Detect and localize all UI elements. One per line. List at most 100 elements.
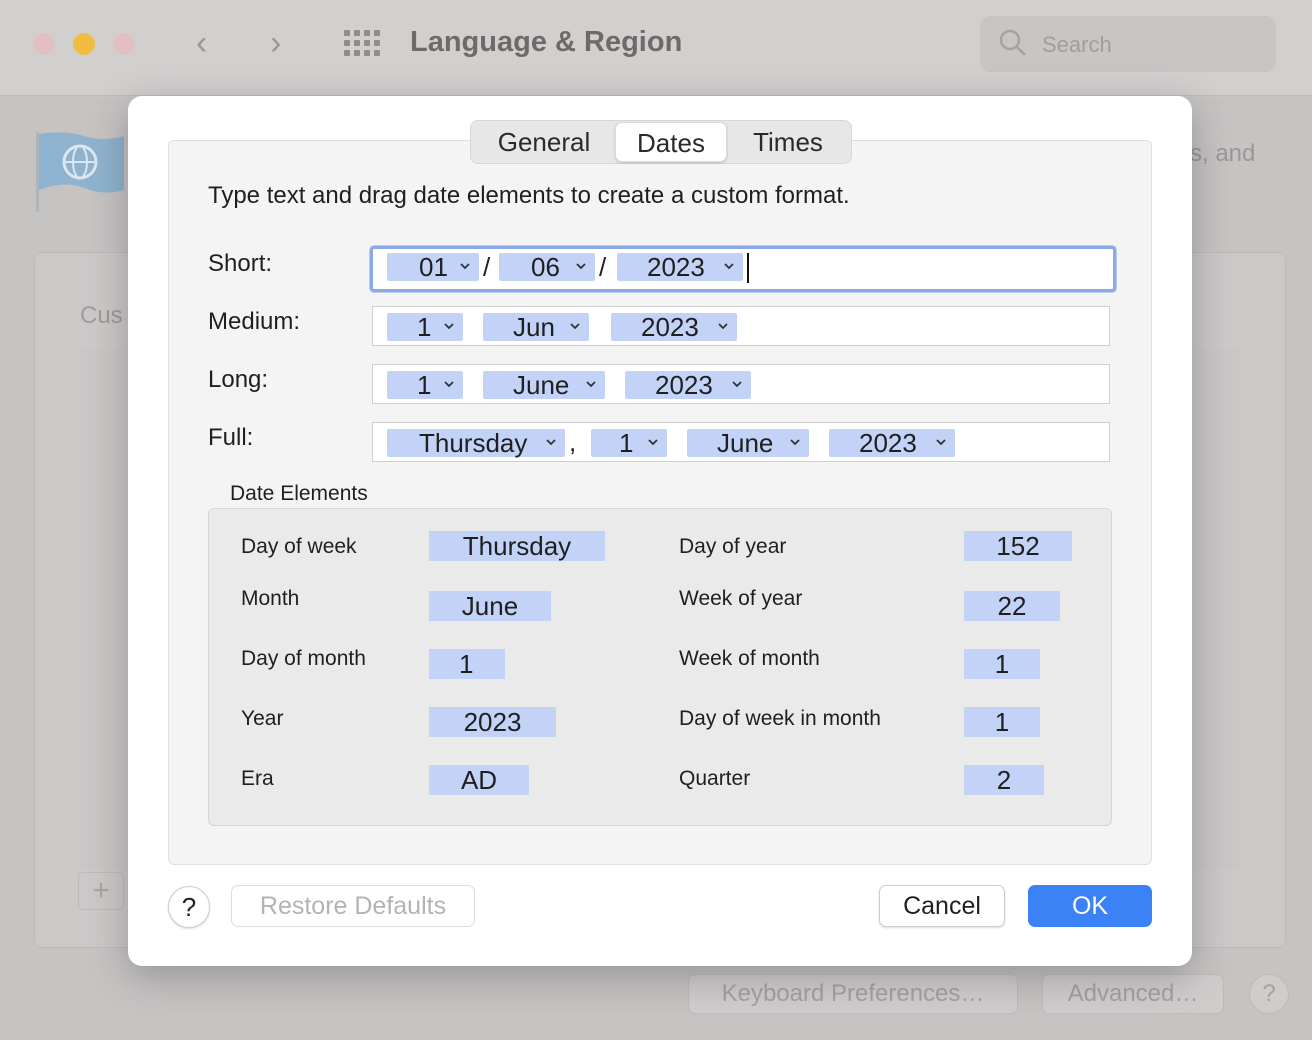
advanced-button[interactable]: Advanced… (1042, 974, 1224, 1014)
short-month-token[interactable]: 06 (499, 253, 595, 281)
chevron-down-icon (724, 263, 734, 270)
medium-year-token[interactable]: 2023 (611, 313, 737, 341)
chevron-down-icon (648, 439, 658, 446)
full-year-token[interactable]: 2023 (829, 429, 955, 457)
medium-year-value: 2023 (641, 312, 699, 342)
help-button[interactable]: ? (168, 886, 210, 928)
short-separator-2: / (599, 252, 607, 282)
search-field[interactable]: Search (980, 16, 1276, 72)
day-of-year-label: Day of year (679, 535, 787, 558)
restore-defaults-button[interactable]: Restore Defaults (231, 885, 475, 927)
chevron-down-icon (546, 439, 556, 446)
day-of-week-element[interactable]: Thursday (429, 531, 605, 561)
full-month-token[interactable]: June (687, 429, 809, 457)
day-of-week-in-month-element[interactable]: 1 (964, 707, 1040, 737)
chevron-down-icon (570, 323, 580, 330)
medium-day-value: 1 (417, 312, 432, 342)
title-bar: ‹ › Language & Region Search (0, 0, 1312, 96)
medium-day-token[interactable]: 1 (387, 313, 463, 341)
era-element[interactable]: AD (429, 765, 529, 795)
zoom-window-button[interactable] (113, 33, 135, 55)
month-label: Month (241, 587, 300, 610)
window-title: Language & Region (410, 26, 683, 58)
search-placeholder: Search (1042, 32, 1112, 57)
custom-format-dialog: General Dates Times Type text and drag d… (128, 96, 1192, 966)
day-of-year-element[interactable]: 152 (964, 531, 1072, 561)
year-element[interactable]: 2023 (429, 707, 556, 737)
long-month-value: June (513, 370, 570, 400)
era-label: Era (241, 767, 274, 790)
short-label: Short: (208, 250, 273, 277)
short-format-field[interactable]: 01 / 06 / 2023 (370, 246, 1116, 292)
short-day-token[interactable]: 01 (387, 253, 479, 281)
day-of-month-label: Day of month (241, 647, 366, 670)
long-format-field[interactable]: 1 June 2023 (372, 364, 1110, 404)
long-year-token[interactable]: 2023 (625, 371, 751, 399)
chevron-down-icon (460, 263, 470, 270)
ok-button[interactable]: OK (1028, 885, 1152, 927)
full-day-value: 1 (619, 428, 634, 458)
long-year-value: 2023 (655, 370, 713, 400)
chevron-down-icon (936, 439, 946, 446)
date-elements-box: Day of week Thursday Month June Day of m… (208, 508, 1112, 826)
background-list-label: Cus (80, 302, 123, 329)
medium-format-field[interactable]: 1 Jun 2023 (372, 306, 1110, 346)
quarter-element[interactable]: 2 (964, 765, 1044, 795)
cancel-button[interactable]: Cancel (879, 885, 1005, 927)
full-day-token[interactable]: 1 (591, 429, 667, 457)
short-month-value: 06 (531, 252, 560, 282)
week-of-year-label: Week of year (679, 587, 803, 610)
long-label: Long: (208, 366, 269, 393)
full-month-value: June (717, 428, 774, 458)
week-of-year-element[interactable]: 22 (964, 591, 1060, 621)
back-arrow-icon[interactable]: ‹ (196, 26, 207, 60)
chevron-down-icon (790, 439, 800, 446)
close-window-button[interactable] (33, 33, 55, 55)
date-elements-title: Date Elements (230, 482, 368, 505)
keyboard-preferences-button[interactable]: Keyboard Preferences… (688, 974, 1018, 1014)
chevron-down-icon (444, 323, 454, 330)
full-separator: , (569, 427, 577, 457)
day-of-week-in-month-label: Day of week in month (679, 707, 881, 730)
short-year-token[interactable]: 2023 (617, 253, 743, 281)
full-year-value: 2023 (859, 428, 917, 458)
search-icon (999, 29, 1026, 56)
chevron-down-icon (732, 381, 742, 388)
medium-month-token[interactable]: Jun (483, 313, 589, 341)
background-help-button[interactable]: ? (1249, 974, 1289, 1014)
chevron-down-icon (576, 263, 586, 270)
chevron-down-icon (718, 323, 728, 330)
tab-dates[interactable]: Dates (615, 122, 727, 162)
short-day-value: 01 (419, 252, 448, 282)
month-element[interactable]: June (429, 591, 551, 621)
chevron-down-icon (586, 381, 596, 388)
quarter-label: Quarter (679, 767, 751, 790)
text-caret (747, 253, 749, 283)
tab-times[interactable]: Times (727, 122, 849, 162)
globe-flag-icon (36, 132, 124, 212)
medium-label: Medium: (208, 308, 301, 335)
year-label: Year (241, 707, 284, 730)
full-format-field[interactable]: Thursday , 1 June 2023 (372, 422, 1110, 462)
long-month-token[interactable]: June (483, 371, 605, 399)
full-weekday-token[interactable]: Thursday (387, 429, 565, 457)
short-year-value: 2023 (647, 252, 705, 282)
minimize-window-button[interactable] (73, 33, 95, 55)
full-label: Full: (208, 424, 254, 451)
background-description: s, and (1190, 140, 1256, 167)
week-of-month-label: Week of month (679, 647, 820, 670)
day-of-month-element[interactable]: 1 (429, 649, 505, 679)
show-all-grid-icon[interactable] (344, 30, 382, 56)
short-separator-1: / (483, 252, 491, 282)
tab-general[interactable]: General (473, 122, 615, 162)
chevron-down-icon (444, 381, 454, 388)
long-day-value: 1 (417, 370, 432, 400)
add-button[interactable]: + (78, 872, 124, 910)
long-day-token[interactable]: 1 (387, 371, 463, 399)
full-weekday-value: Thursday (419, 428, 528, 458)
instructions-text: Type text and drag date elements to crea… (208, 182, 850, 209)
forward-arrow-icon[interactable]: › (270, 26, 281, 60)
week-of-month-element[interactable]: 1 (964, 649, 1040, 679)
day-of-week-label: Day of week (241, 535, 357, 558)
tab-bar: General Dates Times (470, 120, 852, 164)
